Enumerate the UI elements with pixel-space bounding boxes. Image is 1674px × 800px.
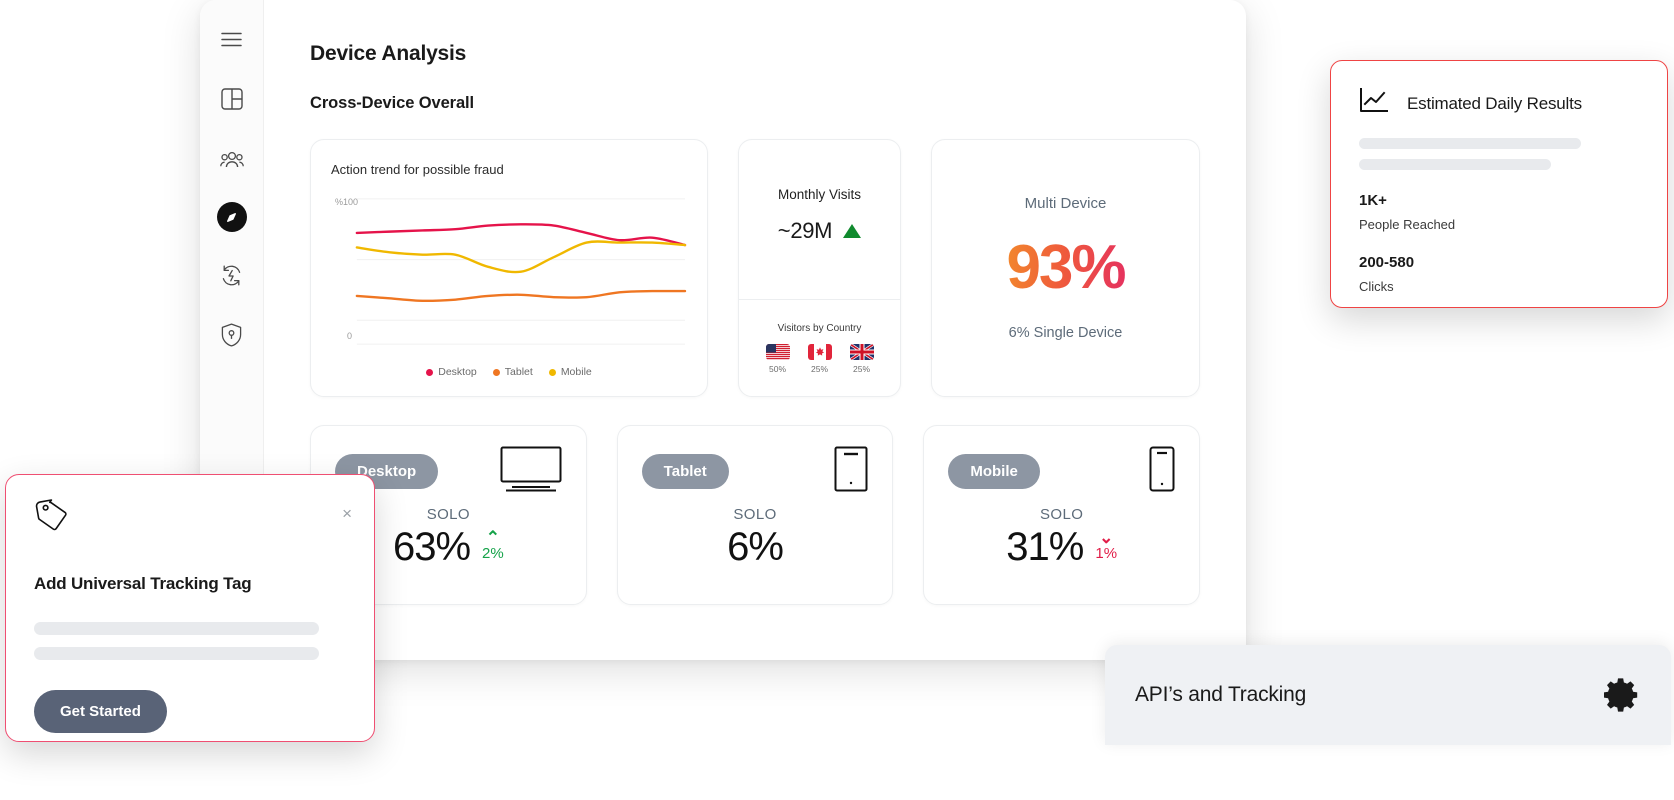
visitors-by-country: Visitors by Country 50% 25% 25% (739, 300, 900, 396)
main-content: Device Analysis Cross-Device Overall Act… (264, 0, 1246, 660)
estimated-stat-label: Clicks (1359, 279, 1394, 294)
fraud-chart-plot: %100 0 (331, 183, 687, 360)
price-tag-icon (34, 499, 68, 535)
legend-item: Mobile (548, 366, 592, 378)
people-icon[interactable] (215, 142, 249, 176)
country-entry: 50% (765, 343, 790, 374)
delta-down-indicator: ⌄ 1% (1095, 528, 1118, 562)
monthly-visits-top: Monthly Visits ~29M (739, 140, 900, 300)
country-flag-list: 50% 25% 25% (765, 343, 874, 374)
solo-label: SOLO (733, 505, 777, 523)
country-entry: 25% (849, 343, 874, 374)
solo-percentage: 6% (727, 524, 784, 569)
estimated-daily-results-card: Estimated Daily Results 1K+ People Reache… (1330, 60, 1668, 308)
single-device-sub: 6% Single Device (1008, 325, 1123, 341)
device-card-body: SOLO 31% ⌄ 1% (948, 491, 1175, 584)
monthly-visits-value: ~29M (777, 218, 833, 243)
gear-icon[interactable] (1603, 676, 1641, 714)
delta-percentage: 1% (1095, 544, 1118, 562)
device-card-body: SOLO 6% (642, 491, 869, 584)
tracking-popup-title: Add Universal Tracking Tag (34, 574, 252, 593)
skeleton-line (34, 647, 319, 660)
device-card-header: Mobile (948, 446, 1175, 497)
country-percent: 25% (852, 363, 870, 374)
section-title: Cross-Device Overall (310, 94, 475, 112)
tablet-icon (834, 446, 868, 497)
device-card: Tablet SOLO 6% (616, 425, 894, 605)
y-axis-top-label: %100 (335, 197, 359, 207)
estimated-stat-number: 200-580 (1359, 254, 1415, 271)
ca-flag-icon (807, 343, 832, 360)
overview-card-row: Action trend for possible fraud %100 0 D… (310, 139, 1200, 397)
skeleton-line (1359, 138, 1581, 149)
solo-percentage: 31% (1006, 524, 1084, 569)
close-icon[interactable]: × (342, 505, 352, 522)
solo-value-row: 6% (727, 524, 784, 570)
device-card: Mobile SOLO 31% ⌄ 1% (923, 425, 1201, 605)
chevron-down-icon: ⌄ (1099, 528, 1114, 548)
delta-up-indicator: ⌃ 2% (482, 528, 504, 562)
fraud-chart-svg (355, 198, 687, 345)
monthly-visits-card: Monthly Visits ~29M Visitors by Country … (738, 139, 901, 397)
monthly-visits-label: Monthly Visits (777, 187, 862, 202)
estimated-card-header: Estimated Daily Results (1359, 87, 1639, 120)
estimated-card-title: Estimated Daily Results (1407, 93, 1582, 113)
multi-device-value: 93% (1006, 233, 1126, 302)
solo-label: SOLO (1040, 505, 1084, 523)
device-card-row: Desktop SOLO 63% ⌃ 2% Tablet SOLO 6% Mobile SOLO 3… (310, 425, 1201, 605)
fraud-chart-legend: Desktop Tablet Mobile (331, 360, 687, 388)
shield-lock-icon[interactable] (215, 318, 249, 352)
legend-color-dot (548, 368, 556, 376)
monthly-visits-value-row: ~29M (777, 218, 862, 244)
legend-label: Tablet (504, 366, 533, 378)
chevron-up-icon: ⌃ (485, 528, 500, 548)
legend-label: Mobile (560, 366, 592, 378)
device-type-badge[interactable]: Tablet (641, 454, 729, 489)
fraud-trend-card: Action trend for possible fraud %100 0 D… (310, 139, 708, 397)
us-flag-icon (765, 343, 790, 360)
y-axis-bottom-label: 0 (347, 331, 353, 341)
line-chart-icon (1359, 87, 1389, 120)
get-started-button[interactable]: Get Started (34, 690, 167, 733)
mobile-phone-icon (1149, 446, 1175, 497)
skeleton-line (1359, 159, 1551, 170)
legend-label: Desktop (438, 366, 477, 378)
solo-label: SOLO (426, 505, 470, 523)
refresh-bolt-icon[interactable] (215, 258, 249, 292)
legend-item: Tablet (492, 366, 533, 378)
estimated-stats-list: 1K+ People Reached 200-580 Clicks (1359, 192, 1639, 294)
country-entry: 25% (807, 343, 832, 374)
fraud-chart-title: Action trend for possible fraud (331, 162, 504, 177)
multi-device-card: Multi Device 93% 6% Single Device (931, 139, 1200, 397)
solo-value-row: 31% ⌄ 1% (1006, 525, 1117, 570)
menu-icon[interactable] (215, 22, 249, 56)
legend-color-dot (492, 368, 500, 376)
device-card-header: Tablet (641, 446, 869, 497)
compass-icon[interactable] (216, 202, 247, 232)
visitors-by-country-label: Visitors by Country (777, 322, 862, 334)
multi-device-label: Multi Device (1024, 195, 1107, 212)
device-type-badge[interactable]: Mobile (948, 454, 1040, 489)
trend-up-icon (843, 224, 862, 238)
solo-value-row: 63% ⌃ 2% (393, 525, 504, 570)
estimated-stat-number: 1K+ (1359, 192, 1387, 209)
country-percent: 50% (768, 363, 786, 374)
api-and-tracking-bar[interactable]: API’s and Tracking (1105, 645, 1671, 745)
legend-item: Desktop (426, 366, 477, 378)
api-bar-title: API’s and Tracking (1135, 683, 1307, 706)
delta-percentage: 2% (482, 544, 504, 562)
add-tracking-tag-popup: × Add Universal Tracking Tag Get Started (5, 474, 375, 742)
legend-color-dot (426, 368, 434, 376)
screenshot-root: Device Analysis Cross-Device Overall Act… (0, 0, 1674, 800)
country-percent: 25% (810, 363, 828, 374)
dashboard-icon[interactable] (215, 82, 249, 116)
uk-flag-icon (849, 343, 874, 360)
solo-percentage: 63% (392, 524, 471, 569)
page-title: Device Analysis (310, 42, 467, 65)
estimated-stat-label: People Reached (1359, 217, 1456, 232)
desktop-monitor-icon (500, 446, 562, 497)
skeleton-line (34, 622, 319, 635)
